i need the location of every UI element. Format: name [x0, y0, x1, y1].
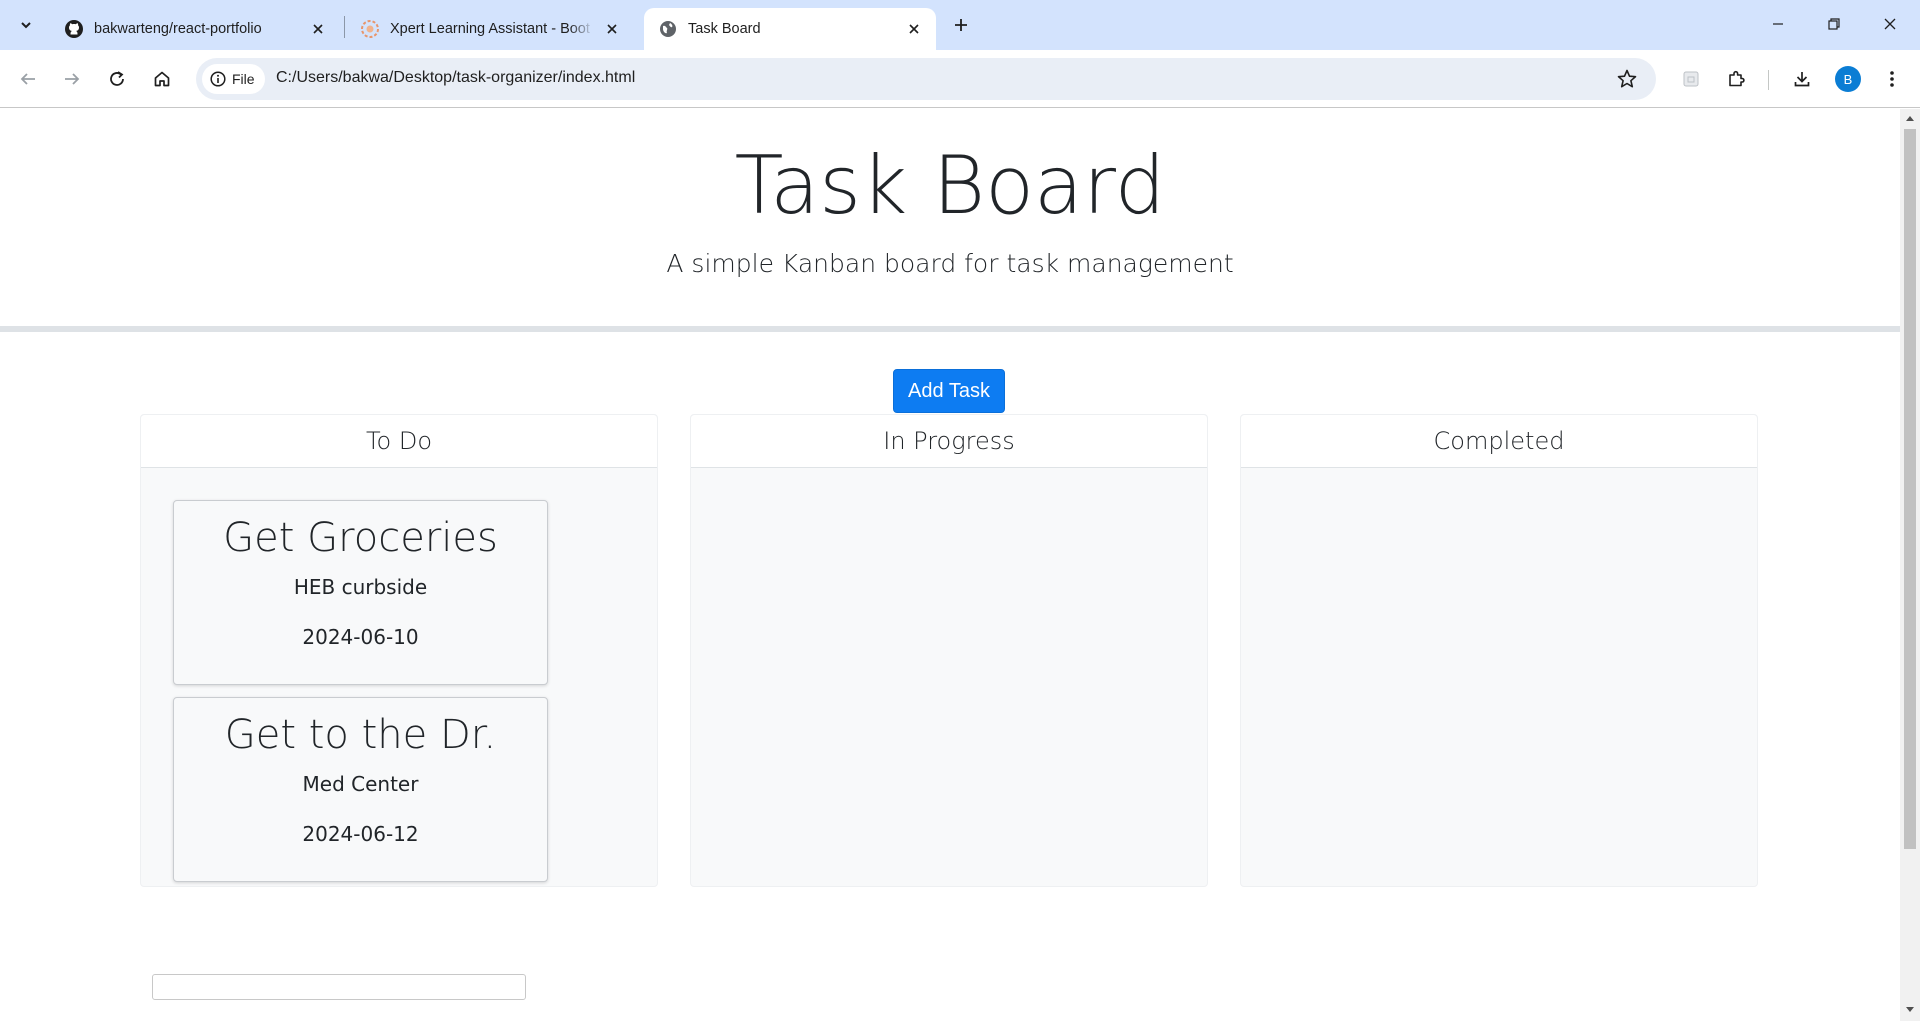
footer-text-input[interactable] [152, 974, 526, 1000]
menu-button[interactable] [1876, 63, 1908, 95]
close-icon [1884, 18, 1896, 30]
scroll-down-arrow-icon[interactable] [1905, 1005, 1915, 1015]
globe-icon [658, 19, 678, 39]
page-subtitle: A simple Kanban board for task managemen… [666, 249, 1234, 278]
tab-task-board[interactable]: Task Board [644, 8, 936, 50]
page-header: Task Board A simple Kanban board for tas… [0, 109, 1900, 332]
new-tab-button[interactable] [946, 10, 976, 40]
tab-github[interactable]: bakwarteng/react-portfolio [50, 8, 340, 50]
minimize-button[interactable] [1750, 0, 1806, 48]
download-icon [1794, 72, 1810, 87]
extension-app-icon [1683, 71, 1699, 87]
forward-arrow-icon [65, 73, 80, 85]
site-info-chip[interactable]: File [202, 64, 265, 94]
profile-avatar[interactable]: B [1835, 66, 1861, 92]
close-icon[interactable] [602, 19, 622, 39]
toolbar-divider [1768, 70, 1769, 90]
scroll-up-arrow-icon[interactable] [1905, 113, 1915, 123]
task-description: Med Center [302, 772, 419, 796]
forward-button[interactable] [56, 63, 88, 95]
task-due-date: 2024-06-12 [302, 822, 419, 846]
extension-button[interactable] [1675, 63, 1707, 95]
url-text[interactable]: C:/Users/bakwa/Desktop/task-organizer/in… [276, 69, 635, 87]
add-task-button[interactable]: Add Task [893, 369, 1005, 413]
task-title: Get Groceries [223, 515, 498, 561]
task-card[interactable]: Get Groceries HEB curbside 2024-06-10 [173, 500, 548, 685]
downloads-button[interactable] [1786, 63, 1818, 95]
page-viewport: Task Board A simple Kanban board for tas… [0, 109, 1900, 1021]
close-window-button[interactable] [1862, 0, 1918, 48]
reload-icon [110, 71, 124, 86]
close-icon[interactable] [308, 19, 328, 39]
task-card[interactable]: Get to the Dr. Med Center 2024-06-12 [173, 697, 548, 882]
page-scrollbar[interactable] [1900, 109, 1920, 1021]
lane-header: To Do [141, 415, 657, 468]
tab-title: Task Board [688, 21, 761, 37]
tab-separator [344, 16, 345, 38]
site-info-label: File [232, 71, 255, 87]
minimize-icon [1773, 23, 1783, 25]
tab-title: Xpert Learning Assistant - Boot [390, 21, 590, 37]
lane-header: Completed [1241, 415, 1757, 468]
task-due-date: 2024-06-10 [302, 625, 419, 649]
back-button[interactable] [12, 63, 44, 95]
tab-xpert[interactable]: Xpert Learning Assistant - Boot [346, 8, 634, 50]
lane-to-do: To Do Get Groceries HEB curbside 2024-06… [140, 414, 658, 887]
tab-strip: bakwarteng/react-portfolio Xpert Learnin… [0, 0, 1920, 50]
github-icon [64, 19, 84, 39]
scrollbar-thumb[interactable] [1904, 129, 1916, 849]
task-title: Get to the Dr. [224, 712, 497, 758]
page-title: Task Board [734, 139, 1166, 232]
lane-completed: Completed [1240, 414, 1758, 887]
tab-title: bakwarteng/react-portfolio [94, 21, 262, 37]
home-button[interactable] [146, 63, 178, 95]
puzzle-icon [1729, 70, 1745, 87]
close-icon[interactable] [904, 19, 924, 39]
info-icon [210, 71, 226, 87]
lane-header: In Progress [691, 415, 1207, 468]
task-description: HEB curbside [293, 575, 428, 599]
xpert-icon [360, 19, 380, 39]
chevron-down-icon [21, 22, 31, 29]
address-bar[interactable]: File C:/Users/bakwa/Desktop/task-organiz… [196, 58, 1656, 100]
back-arrow-icon [20, 73, 35, 85]
plus-icon [955, 19, 967, 31]
restore-icon [1828, 18, 1840, 30]
tab-search-button[interactable] [10, 10, 42, 40]
home-icon [154, 71, 170, 87]
bookmark-star-icon[interactable] [1616, 68, 1638, 90]
restore-button[interactable] [1806, 0, 1862, 48]
lane-in-progress: In Progress [690, 414, 1208, 887]
kebab-menu-icon [1890, 71, 1894, 87]
reload-button[interactable] [101, 63, 133, 95]
browser-toolbar: File C:/Users/bakwa/Desktop/task-organiz… [0, 50, 1920, 108]
extensions-menu-button[interactable] [1720, 63, 1752, 95]
